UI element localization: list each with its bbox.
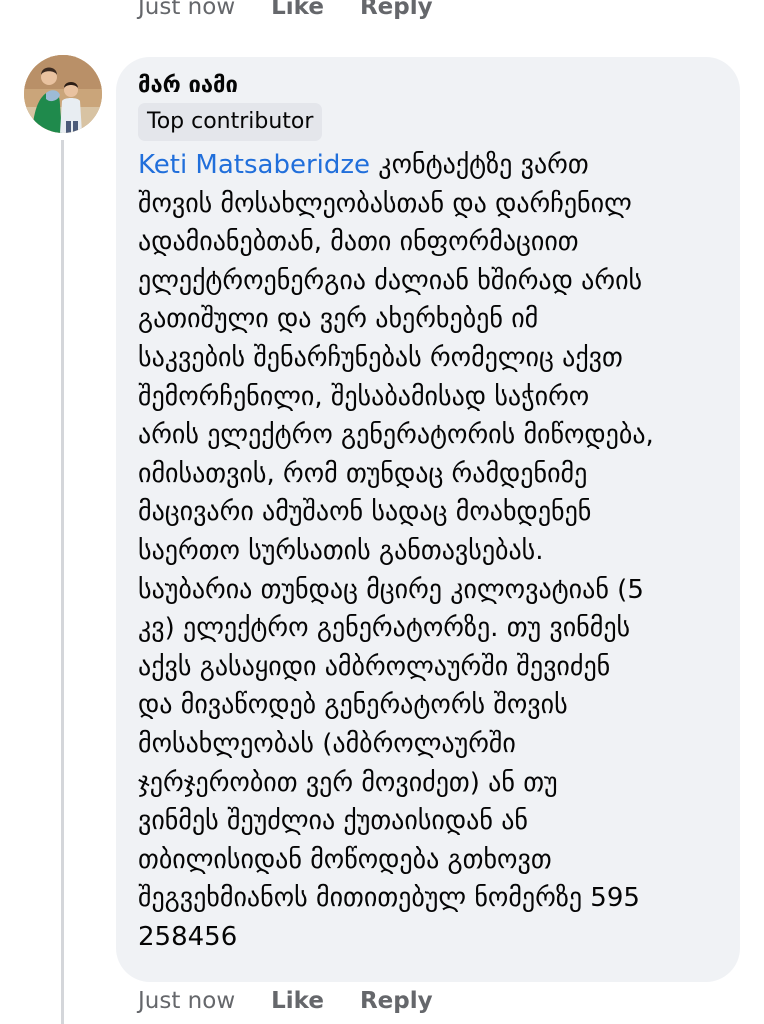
comment-line: შემორჩენილი, შესაბამისად საჭირო [138,381,590,412]
top-contributor-badge: Top contributor [138,103,323,141]
comment-line: ვინმეს შეუძლია ქუთაისიდან ან [138,806,528,837]
previous-comment-actions: Just now Like Reply [138,0,469,20]
comment-line: საერთო სურსათის განთავსებას. [138,535,544,566]
comment-line-1-text: კონტაქტზე ვართ [370,150,589,180]
comment-line: ჯერჯერობით ვერ მოვიძეთ) ან თუ [138,767,558,798]
comment-line: იმისათვის, რომ თუნდაც რამდენიმე [138,458,588,489]
comment-author[interactable]: მარ იამი [138,73,238,98]
comment-line: ელექტროენერგია ძალიან ხშირად არის [138,265,643,296]
comment-line: 258456 [138,921,238,952]
comment-line: შოვის მოსახლეობასთან და დარჩენილ [138,188,632,219]
comment-timestamp[interactable]: Just now [138,0,235,20]
reply-button[interactable]: Reply [360,0,433,20]
like-button[interactable]: Like [271,0,324,20]
comment-line: მოსახლეობას (ამბროლაურში [138,728,516,759]
profile-photo-icon[interactable] [24,55,102,133]
comment-body: Keti Matsaberidze კონტაქტზე ვართ შოვის მ… [138,146,736,956]
comment-line-1: Keti Matsaberidze კონტაქტზე ვართ [138,146,736,185]
comment-line: მაცივარი ამუშაონ სადაც მოახდენენ [138,497,592,528]
comment-line: არის ელექტრო გენერატორის მიწოდება, [138,420,654,451]
comment-line: აქვს გასაყიდი ამბროლაურში შევიძენ [138,651,611,682]
comment-line: კვ) ელექტრო გენერატორზე. თუ ვინმეს [138,613,631,644]
comment-line: გათიშული და ვერ ახერხებენ იმ [138,304,539,335]
like-button[interactable]: Like [271,988,324,1014]
reply-thread-line [61,140,64,1024]
comment-line: შეგვეხმიანოს მითითებულ ნომერზე 595 [138,883,640,914]
mention-link[interactable]: Keti Matsaberidze [138,150,370,180]
comment-line: და მივაწოდებ გენერატორს შოვის [138,690,568,721]
comment-actions: Just now Like Reply [138,988,469,1014]
reply-button[interactable]: Reply [360,988,433,1014]
comment-line: საუბარია თუნდაც მცირე კილოვატიან (5 [138,574,644,605]
comment-line: ადამიანებთან, მათი ინფორმაციით [138,227,579,258]
comment-line: თბილისიდან მოწოდება გთხოვთ [138,844,552,875]
comment-line: საკვების შენარჩუნებას რომელიც აქვთ [138,342,623,373]
comment-thread: Just now Like Reply მარ იამი Top contrib… [0,0,764,1024]
comment-timestamp[interactable]: Just now [138,988,235,1014]
